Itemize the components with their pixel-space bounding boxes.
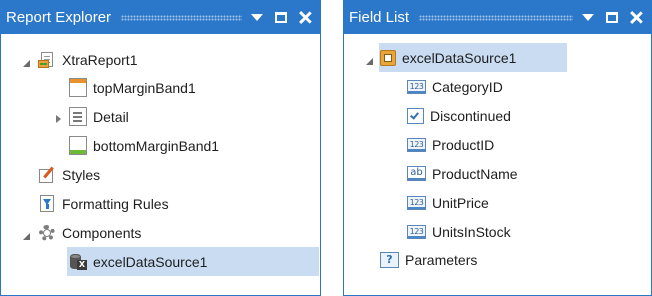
- field-item-categoryid[interactable]: 123 CategoryID: [407, 72, 647, 101]
- tree-expander-collapsed[interactable]: [53, 114, 63, 124]
- field-item-productname[interactable]: ab ProductName: [407, 159, 647, 188]
- tree-expander-expanded[interactable]: [21, 231, 31, 241]
- panel-title: Report Explorer: [6, 9, 112, 26]
- drag-grip[interactable]: [121, 14, 242, 21]
- tree-item-label: Parameters: [405, 251, 478, 268]
- panel-menu-dropdown-icon[interactable]: [250, 11, 264, 25]
- field-list-parameters[interactable]: ? Parameters: [380, 245, 647, 274]
- close-icon[interactable]: [298, 11, 312, 25]
- tree-item-excel-datasource[interactable]: X excelDataSource1: [67, 247, 319, 276]
- excel-datasource-icon: X: [69, 253, 87, 271]
- drag-grip[interactable]: [419, 14, 573, 21]
- field-item-unitprice[interactable]: 123 UnitPrice: [407, 188, 647, 217]
- report-icon: [38, 51, 56, 69]
- tree-item-label: Styles: [62, 166, 101, 183]
- numeric-field-icon: 123: [407, 224, 426, 239]
- tree-item-components[interactable]: Components: [38, 218, 318, 247]
- maximize-icon[interactable]: [605, 11, 619, 25]
- maximize-icon[interactable]: [274, 11, 288, 25]
- tree-item-styles[interactable]: Styles: [38, 160, 318, 189]
- field-list-title-bar[interactable]: Field List: [344, 1, 651, 34]
- numeric-field-icon: 123: [407, 79, 426, 94]
- field-item-discontinued[interactable]: Discontinued: [407, 101, 647, 130]
- components-gear-icon: [38, 224, 56, 242]
- formatting-rules-icon: [38, 194, 56, 213]
- tree-item-detail[interactable]: Detail: [69, 102, 319, 131]
- datasource-icon: [380, 49, 396, 66]
- numeric-field-icon: 123: [407, 195, 426, 210]
- top-margin-band-icon: [69, 78, 87, 97]
- field-label: CategoryID: [432, 78, 503, 95]
- tree-item-label: XtraReport1: [62, 51, 138, 68]
- field-label: ProductID: [432, 136, 495, 153]
- panel-menu-dropdown-icon[interactable]: [581, 11, 595, 25]
- tree-item-formatting-rules[interactable]: Formatting Rules: [38, 189, 318, 218]
- tree-item-top-margin-band[interactable]: topMarginBand1: [69, 73, 319, 102]
- field-label: UnitsInStock: [432, 223, 511, 240]
- field-label: UnitPrice: [432, 194, 489, 211]
- numeric-field-icon: 123: [407, 137, 426, 152]
- bottom-margin-band-icon: [69, 136, 87, 155]
- detail-band-icon: [69, 107, 87, 126]
- parameters-icon: ?: [380, 251, 399, 268]
- report-explorer-title-bar[interactable]: Report Explorer: [1, 1, 320, 34]
- styles-icon: [38, 166, 56, 184]
- field-list-datasource[interactable]: excelDataSource1: [379, 43, 567, 72]
- tree-item-label: excelDataSource1: [402, 49, 517, 66]
- field-item-unitsinstock[interactable]: 123 UnitsInStock: [407, 217, 647, 246]
- string-field-icon: ab: [407, 166, 426, 181]
- field-label: ProductName: [432, 165, 518, 182]
- tree-item-label: Formatting Rules: [62, 195, 169, 212]
- tree-item-label: Components: [62, 224, 142, 241]
- close-icon[interactable]: [629, 11, 643, 25]
- tree-item-xtrareport1[interactable]: XtraReport1: [38, 45, 318, 74]
- report-explorer-panel: Report Explorer XtraReport1 topMarginBan…: [0, 0, 321, 296]
- field-list-panel: Field List excelDataSource1 123 Category…: [343, 0, 652, 296]
- tree-item-bottom-margin-band[interactable]: bottomMarginBand1: [69, 131, 319, 160]
- panel-title: Field List: [349, 9, 410, 26]
- tree-item-label: excelDataSource1: [93, 253, 208, 270]
- tree-expander-expanded[interactable]: [21, 58, 31, 68]
- tree-item-label: topMarginBand1: [93, 79, 196, 96]
- tree-expander-expanded[interactable]: [364, 56, 374, 66]
- tree-item-label: Detail: [93, 108, 129, 125]
- tree-item-label: bottomMarginBand1: [93, 137, 220, 154]
- boolean-field-icon: [407, 107, 424, 124]
- field-label: Discontinued: [430, 107, 511, 124]
- field-item-productid[interactable]: 123 ProductID: [407, 130, 647, 159]
